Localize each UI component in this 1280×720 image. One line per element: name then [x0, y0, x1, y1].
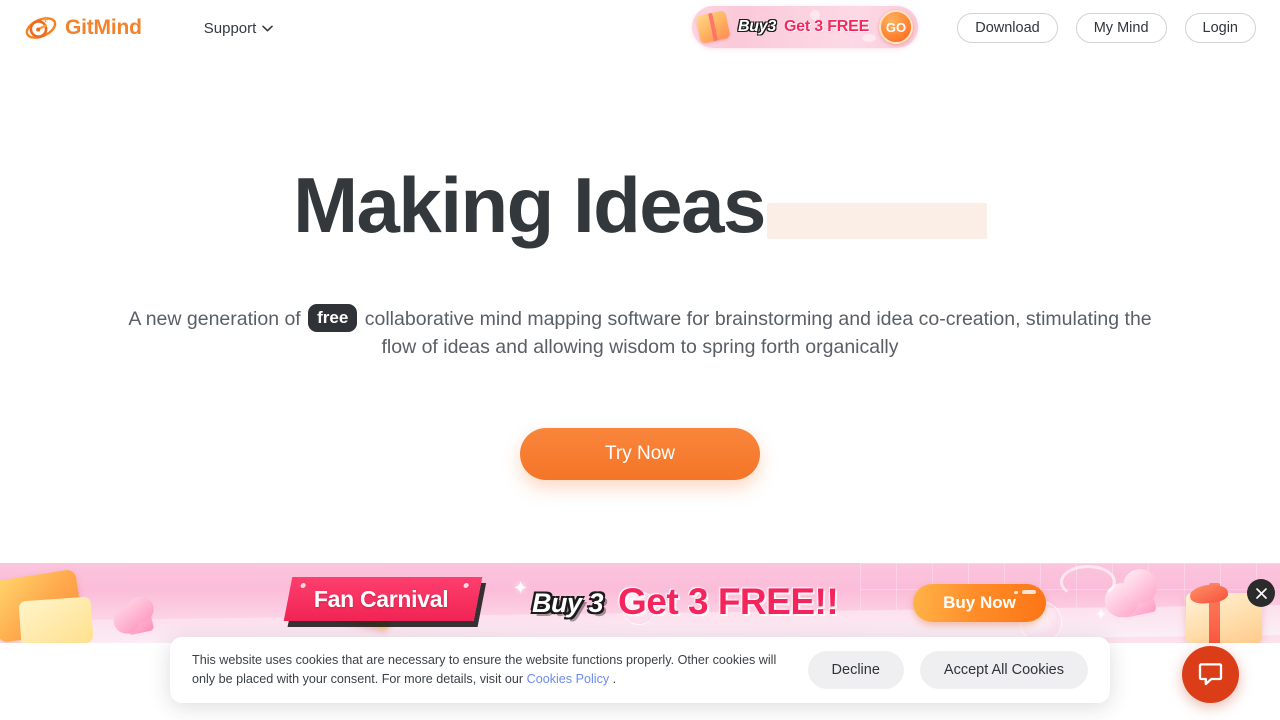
my-mind-button[interactable]: My Mind	[1075, 13, 1167, 43]
try-now-button[interactable]: Try Now	[520, 428, 760, 480]
tag-pin-right-icon	[463, 583, 470, 588]
buy-now-button[interactable]: Buy Now	[913, 584, 1046, 622]
gift-box-icon	[695, 10, 731, 44]
hero-subtitle: A new generation of free collaborative m…	[125, 304, 1155, 361]
download-button[interactable]: Download	[957, 13, 1058, 43]
ring-decor	[1060, 565, 1116, 599]
hero-section: Making Ideas A new generation of free co…	[0, 56, 1280, 563]
sparkle-icon: ✦	[513, 578, 529, 598]
promo-banner[interactable]: ✦ ✦ Fan Carnival Buy 3 Get 3 FREE!!	[0, 563, 1280, 643]
hero-cta-wrap: Try Now	[0, 428, 1280, 480]
hero-headline-row: Making Ideas	[0, 166, 1280, 244]
brand-logo[interactable]: GitMind	[24, 13, 142, 43]
hero-subtitle-part2: collaborative mind mapping software for …	[359, 308, 1152, 358]
close-glyph	[1255, 587, 1267, 599]
promo-buy-label: Buy3	[738, 18, 776, 35]
nav-item-support[interactable]: Support	[204, 20, 274, 37]
header-actions: Download My Mind Login	[957, 0, 1256, 56]
chat-widget-button[interactable]	[1182, 646, 1239, 703]
free-badge: free	[308, 304, 358, 332]
close-icon[interactable]	[1247, 579, 1275, 607]
site-header: GitMind Support Buy3 Get 3 FREE GO Downl…	[0, 0, 1280, 56]
promo-go-button[interactable]: GO	[879, 10, 913, 44]
decline-cookies-button[interactable]: Decline	[807, 651, 904, 689]
header-promo-pill[interactable]: Buy3 Get 3 FREE GO	[692, 6, 918, 48]
fan-carnival-tag: Fan Carnival	[283, 577, 483, 621]
cookie-consent-text: This website uses cookies that are neces…	[192, 651, 784, 689]
brand-name: GitMind	[65, 16, 142, 39]
cookie-consent-banner: This website uses cookies that are neces…	[170, 637, 1110, 703]
chevron-down-icon	[262, 25, 274, 32]
headline-typing-placeholder	[766, 203, 987, 239]
promo-get-label: Get 3 FREE	[783, 18, 870, 35]
login-button[interactable]: Login	[1184, 13, 1256, 43]
chat-bubble-icon	[1198, 663, 1223, 686]
tag-pin-left-icon	[300, 583, 307, 588]
fan-carnival-label: Fan Carnival	[314, 585, 449, 612]
cookies-policy-link[interactable]: Cookies Policy	[527, 672, 610, 686]
hero-subtitle-part1: A new generation of	[128, 308, 307, 330]
banner-buy-label: Buy 3	[532, 588, 604, 618]
banner-get-label: Get 3 FREE!!	[618, 581, 839, 622]
nav-item-label: Support	[203, 19, 257, 37]
accept-all-cookies-button[interactable]: Accept All Cookies	[919, 651, 1088, 689]
gitmind-swirl-logo-icon	[24, 13, 58, 43]
cookie-actions: Decline Accept All Cookies	[807, 651, 1088, 689]
cookie-text-after-link: .	[609, 672, 617, 686]
primary-nav: Support	[204, 20, 274, 37]
voucher-card-icon	[18, 596, 94, 643]
cookie-text-before-link: This website uses cookies that are neces…	[192, 653, 777, 686]
page-title: Making Ideas	[293, 161, 766, 249]
sparkle-icon: ✦	[1095, 606, 1107, 622]
page-root: GitMind Support Buy3 Get 3 FREE GO Downl…	[0, 0, 1280, 720]
